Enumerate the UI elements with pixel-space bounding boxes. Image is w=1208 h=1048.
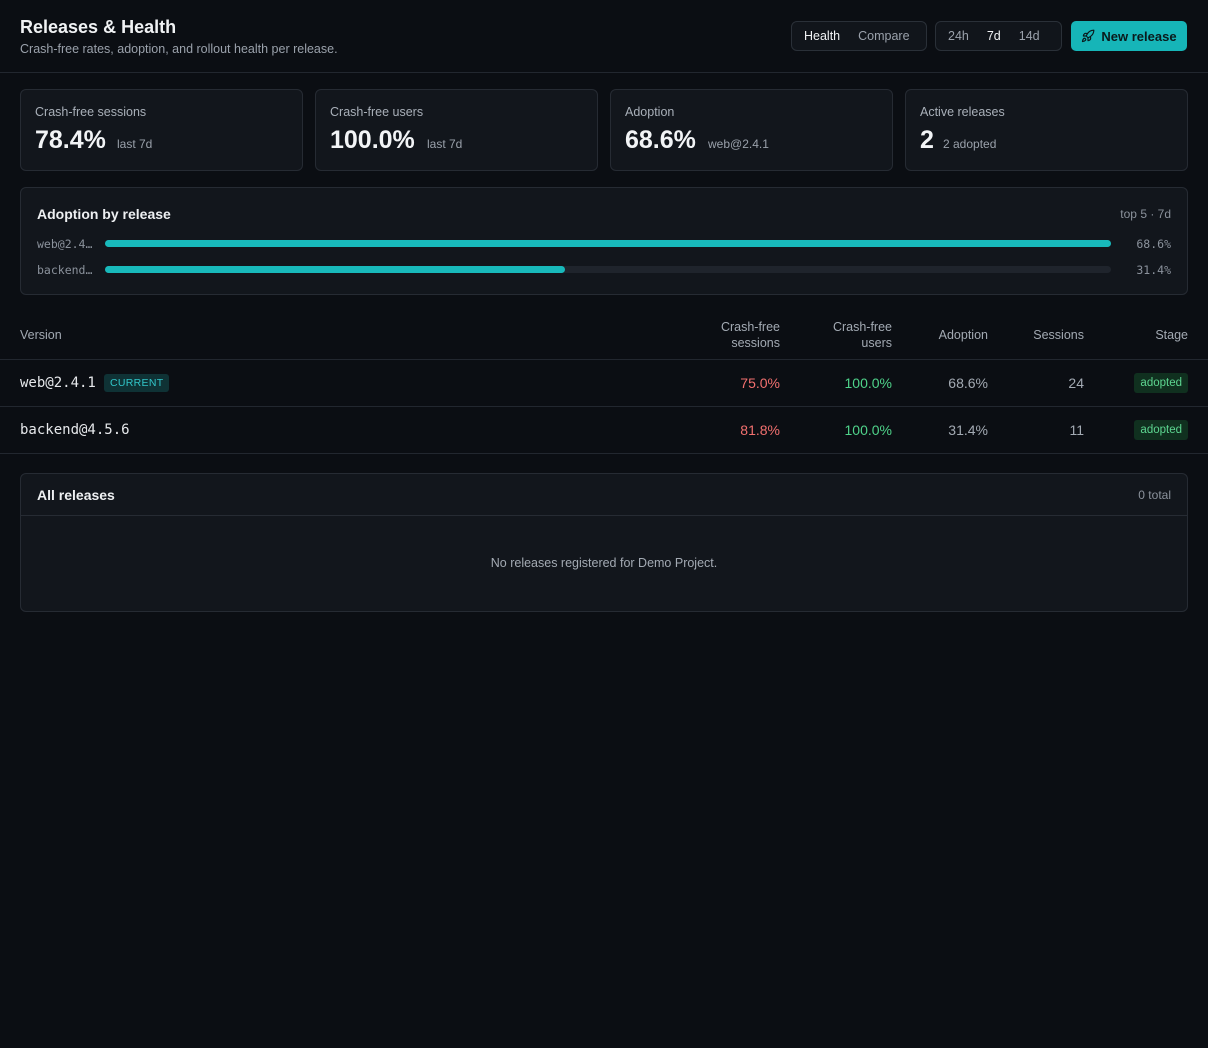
stat-value: 78.4% [35,126,106,154]
adoption-release-name: web@2.4.1 [37,237,93,251]
stat-label: Active releases [920,105,1005,119]
view-switcher: Health Compare [791,21,927,51]
release-version[interactable]: backend@4.5.6 [20,422,130,438]
new-release-button[interactable]: New release [1071,21,1187,51]
range-14d[interactable]: 14d [1010,24,1049,48]
all-releases-header: All releases 0 total [21,474,1187,516]
adoption-percent: 68.6% [1136,237,1171,251]
adoption-title: Adoption by release [37,206,171,222]
crash-free-users-value: 100.0% [844,422,892,438]
stat-card-crash-free-sessions: Crash-free sessions 78.4% last 7d [20,89,303,171]
range-switcher: 24h 7d 14d [935,21,1062,51]
adoption-row: web@2.4.1 68.6% [37,236,1171,252]
range-7d[interactable]: 7d [978,24,1010,48]
adoption-row: backend@4.5.6 31.4% [37,262,1171,278]
rocket-icon [1082,29,1095,43]
tab-health[interactable]: Health [795,24,849,48]
col-stage[interactable]: Stage [1155,327,1188,343]
stat-label: Adoption [625,105,675,119]
all-releases-panel: All releases 0 total No releases registe… [20,473,1188,612]
crash-free-sessions-value: 75.0% [740,375,780,391]
stage-badge: adopted [1134,420,1188,440]
adoption-bar [105,266,565,273]
current-badge: CURRENT [104,374,170,392]
stat-sub: web@2.4.1 [708,137,769,151]
adoption-release-name: backend@4.5.6 [37,263,93,277]
stage-badge: adopted [1134,373,1188,393]
release-version[interactable]: web@2.4.1 [20,375,96,391]
page-header: Releases & Health Crash-free rates, adop… [0,0,1208,73]
col-sessions[interactable]: Sessions [1033,327,1084,343]
col-crash-free-users[interactable]: Crash-free users [833,319,892,351]
adoption-value: 68.6% [948,375,988,391]
all-releases-title: All releases [37,487,115,503]
stat-value: 100.0% [330,126,415,154]
col-adoption[interactable]: Adoption [939,327,988,343]
col-crash-free-sessions[interactable]: Crash-free sessions [721,319,780,351]
stat-value: 68.6% [625,126,696,154]
adoption-track [105,240,1111,247]
sessions-value: 24 [1068,375,1084,391]
tab-compare[interactable]: Compare [849,24,918,48]
stat-sub: last 7d [427,137,463,151]
adoption-meta: top 5 · 7d [1120,207,1171,221]
table-row[interactable]: web@2.4.1 CURRENT 75.0% 100.0% 68.6% 24 … [0,360,1208,407]
stat-card-active-releases: Active releases 2 2 adopted [905,89,1188,171]
page-title: Releases & Health [20,17,177,37]
stat-label: Crash-free sessions [35,105,147,119]
stat-card-crash-free-users: Crash-free users 100.0% last 7d [315,89,598,171]
page-subtitle: Crash-free rates, adoption, and rollout … [20,42,338,56]
new-release-label: New release [1101,28,1177,44]
stat-value: 2 [920,126,934,154]
stat-sub: 2 adopted [943,137,997,151]
stat-sub: last 7d [117,137,153,151]
adoption-track [105,266,1111,273]
adoption-value: 31.4% [948,422,988,438]
crash-free-sessions-value: 81.8% [740,422,780,438]
col-version[interactable]: Version [20,327,62,343]
table-row[interactable]: backend@4.5.6 81.8% 100.0% 31.4% 11 adop… [0,407,1208,454]
empty-state-message: No releases registered for Demo Project. [490,556,718,570]
adoption-percent: 31.4% [1136,263,1171,277]
adoption-bar [105,240,1111,247]
releases-table-header: Version Crash-free sessions Crash-free u… [0,310,1208,360]
all-releases-total: 0 total [1138,488,1171,502]
sessions-value: 11 [1069,422,1084,438]
crash-free-users-value: 100.0% [844,375,892,391]
range-24h[interactable]: 24h [939,24,978,48]
stat-card-adoption: Adoption 68.6% web@2.4.1 [610,89,893,171]
stat-label: Crash-free users [330,105,424,119]
adoption-panel: Adoption by release top 5 · 7d web@2.4.1… [20,187,1188,295]
